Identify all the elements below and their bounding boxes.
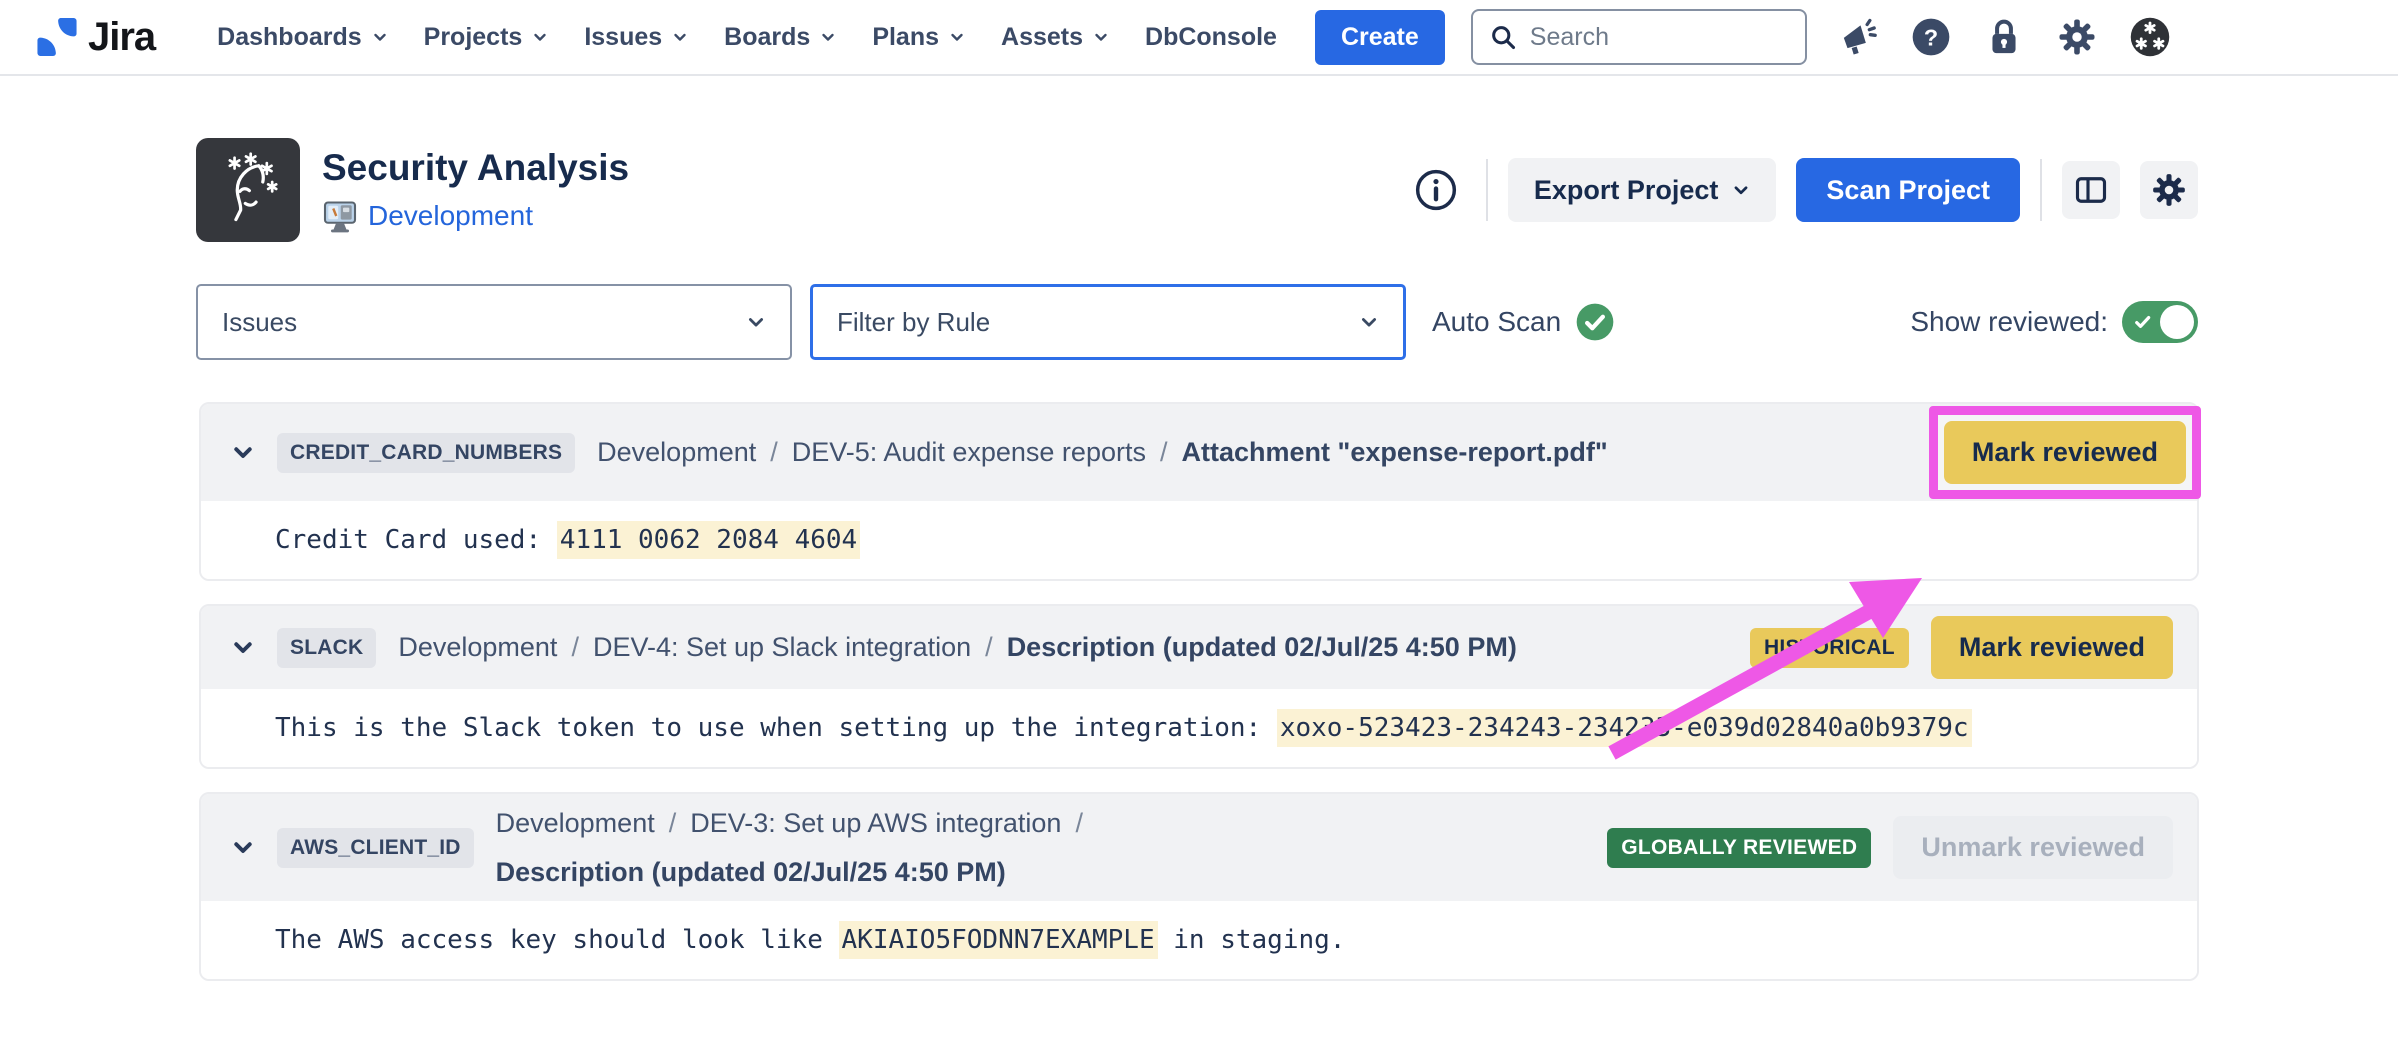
crumb-issue[interactable]: DEV-4: Set up Slack integration bbox=[593, 629, 971, 665]
nav-item-plans[interactable]: Plans bbox=[854, 23, 983, 52]
show-reviewed-toggle[interactable] bbox=[2122, 301, 2198, 343]
layout-panel-button[interactable] bbox=[2062, 161, 2120, 219]
nav-item-issues[interactable]: Issues bbox=[566, 23, 706, 52]
header-text: Security Analysis Development bbox=[322, 147, 629, 234]
scan-project-button[interactable]: Scan Project bbox=[1796, 158, 2020, 222]
show-reviewed-label: Show reviewed: bbox=[1910, 306, 2108, 338]
chevron-down-icon bbox=[949, 23, 965, 52]
header-actions: Export Project Scan Project bbox=[1414, 158, 2198, 222]
search-input[interactable] bbox=[1530, 23, 1789, 52]
gear-icon[interactable] bbox=[2056, 16, 2098, 58]
historical-badge: HISTORICAL bbox=[1750, 628, 1909, 668]
filter-row: Issues Filter by Rule Auto Scan Show rev… bbox=[196, 284, 2198, 360]
chevron-down-icon bbox=[1359, 312, 1379, 332]
panel-layout-icon bbox=[2073, 172, 2109, 208]
svg-text:?: ? bbox=[1924, 24, 1938, 50]
export-project-button[interactable]: Export Project bbox=[1508, 158, 1777, 222]
show-reviewed-control: Show reviewed: bbox=[1910, 301, 2198, 343]
filter-by-rule-select[interactable]: Filter by Rule bbox=[810, 284, 1406, 360]
secret-snippet: This is the Slack token to use when sett… bbox=[275, 713, 1972, 743]
chevron-down-icon bbox=[672, 23, 688, 52]
check-circle-icon bbox=[1575, 302, 1615, 342]
unmark-reviewed-button[interactable]: Unmark reviewed bbox=[1893, 816, 2173, 879]
divider bbox=[2040, 159, 2042, 221]
breadcrumb: Development / DEV-4: Set up Slack integr… bbox=[398, 629, 1516, 665]
create-button[interactable]: Create bbox=[1315, 10, 1445, 65]
brand-name: Jira bbox=[88, 15, 155, 60]
findings-list: CREDIT_CARD_NUMBERS Development / DEV-5:… bbox=[199, 402, 2199, 981]
finding-content: The AWS access key should look like AKIA… bbox=[201, 901, 2197, 979]
crumb-location: Attachment "expense-report.pdf" bbox=[1182, 434, 1608, 470]
nav-item-boards[interactable]: Boards bbox=[706, 23, 854, 52]
help-icon[interactable]: ? bbox=[1910, 16, 1952, 58]
secret-snippet: The AWS access key should look like AKIA… bbox=[275, 925, 1345, 955]
rule-badge: SLACK bbox=[277, 628, 376, 668]
finding-header: CREDIT_CARD_NUMBERS Development / DEV-5:… bbox=[201, 404, 2197, 501]
crumb-project[interactable]: Development bbox=[496, 805, 655, 841]
chevron-down-icon bbox=[532, 23, 548, 52]
page-title: Security Analysis bbox=[322, 147, 629, 189]
jira-logo-icon bbox=[34, 14, 80, 60]
monitor-icon bbox=[322, 198, 358, 234]
nav-item-projects[interactable]: Projects bbox=[406, 23, 567, 52]
gear-icon bbox=[2150, 171, 2188, 209]
finding-content: This is the Slack token to use when sett… bbox=[201, 689, 2197, 767]
crumb-location: Description (updated 02/Jul/25 4:50 PM) bbox=[1007, 629, 1517, 665]
project-breadcrumb-link[interactable]: Development bbox=[368, 200, 533, 232]
crumb-issue[interactable]: DEV-5: Audit expense reports bbox=[792, 434, 1146, 470]
collapse-chevron-icon[interactable] bbox=[231, 836, 255, 860]
collapse-chevron-icon[interactable] bbox=[231, 441, 255, 465]
frost-face-icon bbox=[205, 147, 291, 233]
crumb-project[interactable]: Development bbox=[597, 434, 756, 470]
rule-badge: AWS_CLIENT_ID bbox=[277, 828, 474, 868]
chevron-down-icon bbox=[1093, 23, 1109, 52]
avatar[interactable] bbox=[2129, 16, 2171, 58]
secret-value: AKIAIO5FODNN7EXAMPLE bbox=[839, 921, 1158, 959]
info-icon[interactable] bbox=[1414, 168, 1458, 212]
finding-card-slack: SLACK Development / DEV-4: Set up Slack … bbox=[199, 604, 2199, 769]
finding-card-credit-card: CREDIT_CARD_NUMBERS Development / DEV-5:… bbox=[199, 402, 2199, 581]
crumb-project[interactable]: Development bbox=[398, 629, 557, 665]
nav-item-dashboards[interactable]: Dashboards bbox=[199, 23, 405, 52]
annotation-highlight-box: Mark reviewed bbox=[1929, 406, 2201, 499]
mark-reviewed-button[interactable]: Mark reviewed bbox=[1931, 616, 2173, 679]
project-avatar bbox=[196, 138, 300, 242]
crumb-issue[interactable]: DEV-3: Set up AWS integration bbox=[690, 805, 1061, 841]
secret-value: 4111 0062 2084 4604 bbox=[557, 521, 860, 559]
divider bbox=[1486, 159, 1488, 221]
rule-badge: CREDIT_CARD_NUMBERS bbox=[277, 433, 575, 473]
finding-header: AWS_CLIENT_ID Development / DEV-3: Set u… bbox=[201, 794, 2197, 901]
globally-reviewed-badge: GLOBALLY REVIEWED bbox=[1607, 828, 1871, 868]
nav-icon-group: ? bbox=[1837, 16, 2171, 58]
megaphone-icon[interactable] bbox=[1837, 16, 1879, 58]
finding-card-aws: AWS_CLIENT_ID Development / DEV-3: Set u… bbox=[199, 792, 2199, 981]
global-search[interactable] bbox=[1471, 9, 1807, 65]
toggle-knob bbox=[2160, 305, 2194, 339]
lock-icon[interactable] bbox=[1983, 16, 2025, 58]
nav-item-assets[interactable]: Assets bbox=[983, 23, 1127, 52]
mark-reviewed-button[interactable]: Mark reviewed bbox=[1944, 421, 2186, 484]
chevron-down-icon bbox=[820, 23, 836, 52]
chevron-down-icon bbox=[746, 312, 766, 332]
chevron-down-icon bbox=[372, 23, 388, 52]
jira-security-analysis-page: Jira Dashboards Projects Issues Boards P… bbox=[0, 0, 2398, 1040]
finding-content: Credit Card used: 4111 0062 2084 4604 bbox=[201, 501, 2197, 579]
search-icon bbox=[1489, 23, 1517, 51]
settings-button[interactable] bbox=[2140, 161, 2198, 219]
secret-snippet: Credit Card used: 4111 0062 2084 4604 bbox=[275, 525, 860, 555]
jira-logo[interactable]: Jira bbox=[34, 14, 155, 60]
breadcrumb: Development / DEV-5: Audit expense repor… bbox=[597, 434, 1608, 470]
top-navigation-bar: Jira Dashboards Projects Issues Boards P… bbox=[0, 0, 2398, 76]
breadcrumb: Development / DEV-3: Set up AWS integrat… bbox=[496, 805, 1266, 890]
scope-select[interactable]: Issues bbox=[196, 284, 792, 360]
finding-header: SLACK Development / DEV-4: Set up Slack … bbox=[201, 606, 2197, 689]
secret-value: xoxo-523423-234243-234233-e039d02840a0b9… bbox=[1277, 709, 1972, 747]
page-header: Security Analysis Development Export Pro… bbox=[196, 138, 2198, 242]
chevron-down-icon bbox=[1732, 181, 1750, 199]
crumb-location: Description (updated 02/Jul/25 4:50 PM) bbox=[496, 854, 1006, 890]
check-icon bbox=[2133, 312, 2153, 332]
auto-scan-status: Auto Scan bbox=[1432, 302, 1615, 342]
collapse-chevron-icon[interactable] bbox=[231, 636, 255, 660]
nav-item-dbconsole[interactable]: DbConsole bbox=[1127, 23, 1295, 52]
